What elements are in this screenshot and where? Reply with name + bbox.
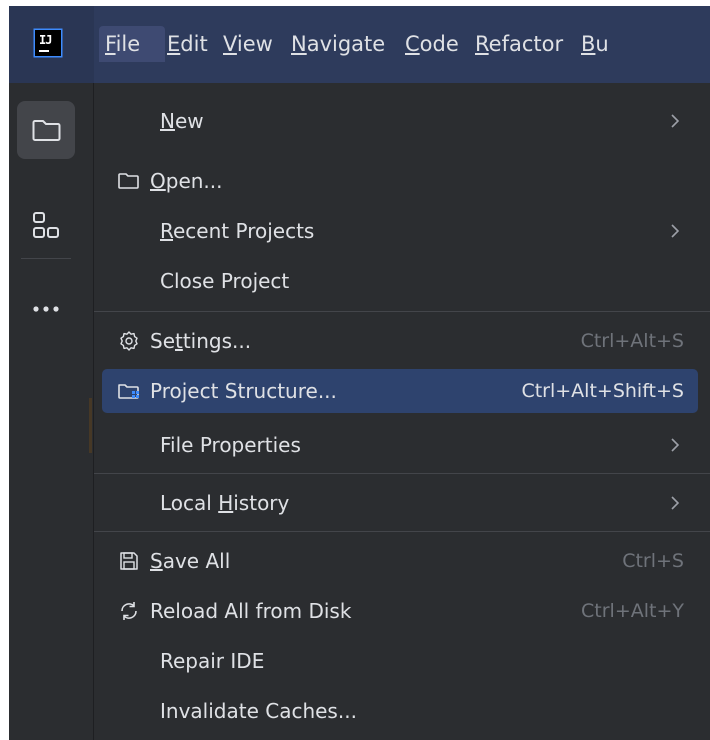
menu-item-shortcut: Ctrl+Alt+Y [581, 600, 684, 622]
menu-separator [94, 311, 710, 312]
menu-item-local-history[interactable]: Local History [102, 481, 698, 525]
reload-icon [121, 602, 137, 620]
editor-edge-accent [89, 398, 92, 453]
menu-item-label: ew [174, 109, 204, 133]
logo-text: IJ [39, 33, 52, 47]
menu-refactor[interactable]: Refactor [475, 26, 563, 62]
structure-icon [33, 212, 59, 238]
mnemonic: O [150, 169, 166, 193]
mnemonic: t [175, 329, 183, 353]
menu-item-open[interactable]: Open... [102, 159, 698, 203]
menu-file[interactable]: File [99, 26, 165, 62]
folder-icon [32, 120, 61, 141]
intellij-logo-icon: IJ [35, 30, 61, 56]
menu-item-invalidate-caches[interactable]: Invalidate Caches... [102, 689, 698, 733]
menu-item-shortcut: Ctrl+Alt+S [580, 330, 684, 352]
tool-window-bar [9, 83, 94, 740]
menu-build[interactable]: Bu [581, 26, 609, 62]
project-structure-icon [118, 384, 139, 399]
menu-view[interactable]: View [223, 26, 273, 62]
menu-navigate[interactable]: Navigate [291, 26, 385, 62]
menu-item-label: Repair IDE [160, 649, 265, 673]
more-toolwindows-button[interactable] [17, 280, 75, 338]
menu-item-save-all[interactable]: Save All Ctrl+S [102, 539, 698, 583]
menu-item-label: ecent Projects [173, 219, 315, 243]
chevron-right-icon [671, 224, 680, 238]
menu-item-recent-projects[interactable]: Recent Projects [102, 209, 698, 253]
tool-window-separator [21, 258, 71, 259]
menu-code[interactable]: Code [405, 26, 459, 62]
menu-item-reload-all[interactable]: Reload All from Disk Ctrl+Alt+Y [102, 589, 698, 633]
mnemonic: S [150, 549, 163, 573]
menu-separator [94, 473, 710, 474]
project-toolwindow-button[interactable] [17, 101, 75, 159]
menu-separator [94, 531, 710, 532]
menu-item-label: Invalidate Caches... [160, 699, 357, 723]
menu-item-new[interactable]: New [102, 99, 698, 143]
menu-item-settings[interactable]: Settings... Ctrl+Alt+S [102, 319, 698, 363]
menu-item-label: Project Structure... [150, 379, 337, 403]
menu-item-close-project[interactable]: Close Project [102, 259, 698, 303]
menu-item-project-structure[interactable]: Project Structure... Ctrl+Alt+Shift+S [102, 369, 698, 413]
ide-window: IJ File Edit View Navigate Code Refactor… [9, 6, 710, 740]
main-menubar: IJ File Edit View Navigate Code Refactor… [9, 6, 710, 83]
save-icon [120, 552, 138, 570]
menu-item-label: pen... [165, 169, 223, 193]
mnemonic: R [160, 219, 173, 243]
menu-edit[interactable]: Edit [167, 26, 208, 62]
mnemonic: N [160, 109, 175, 133]
menu-item-label: File Properties [160, 433, 301, 457]
gear-icon [120, 331, 138, 351]
mnemonic: H [218, 491, 234, 515]
menu-item-shortcut: Ctrl+S [622, 550, 684, 572]
file-menu-dropdown: New Open... Recent Projects Close Projec… [94, 83, 710, 740]
chevron-right-icon [671, 438, 680, 452]
structure-toolwindow-button[interactable] [17, 196, 75, 254]
chevron-right-icon [671, 114, 680, 128]
more-icon [33, 306, 59, 312]
menu-item-shortcut: Ctrl+Alt+Shift+S [521, 380, 684, 402]
folder-icon [118, 173, 139, 189]
logo-underline [39, 50, 49, 52]
chevron-right-icon [671, 496, 680, 510]
main-menu-button[interactable]: IJ [9, 6, 94, 83]
menu-item-repair-ide[interactable]: Repair IDE [102, 639, 698, 683]
menu-item-file-properties[interactable]: File Properties [102, 423, 698, 467]
menu-item-label: Close Project [160, 269, 290, 293]
menu-item-label: Reload All from Disk [150, 599, 352, 623]
